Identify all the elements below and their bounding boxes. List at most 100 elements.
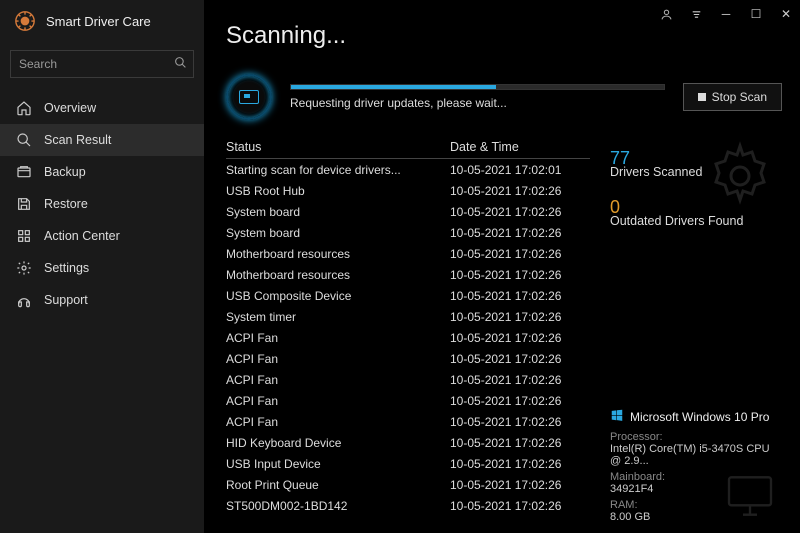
processor-value: Intel(R) Core(TM) i5-3470S CPU @ 2.9... [610,443,782,467]
table-row: Starting scan for device drivers...10-05… [226,159,590,180]
nav: Overview Scan Result Backup Restore Action C… [0,92,204,316]
cell-status: ST500DM002-1BD142 [226,499,450,513]
table-row: Motherboard resources10-05-2021 17:02:26 [226,243,590,264]
cell-status: System board [226,205,450,219]
cell-datetime: 10-05-2021 17:02:26 [450,331,590,345]
nav-icon [16,196,32,212]
cell-status: Motherboard resources [226,268,450,282]
nav-label: Support [44,293,88,307]
windows-icon [610,408,624,425]
nav-icon [16,164,32,180]
monitor-bg-icon [718,468,782,527]
cell-datetime: 10-05-2021 17:02:26 [450,268,590,282]
cell-status: ACPI Fan [226,394,450,408]
table-row: System board10-05-2021 17:02:26 [226,201,590,222]
table-row: ACPI Fan10-05-2021 17:02:26 [226,411,590,432]
cell-status: Motherboard resources [226,247,450,261]
cell-datetime: 10-05-2021 17:02:26 [450,499,590,513]
app-title: Smart Driver Care [46,14,151,29]
cell-datetime: 10-05-2021 17:02:01 [450,163,590,177]
sidebar-item-action-center[interactable]: Action Center [0,220,204,252]
table-row: ACPI Fan10-05-2021 17:02:26 [226,369,590,390]
search-icon [174,56,187,72]
scan-progress-row: Requesting driver updates, please wait..… [226,74,782,120]
scan-table: Status Date & Time Starting scan for dev… [226,140,590,533]
cell-status: ACPI Fan [226,373,450,387]
search-box[interactable] [10,50,194,78]
titlebar: ─ ☐ ✕ [652,0,800,28]
cell-datetime: 10-05-2021 17:02:26 [450,457,590,471]
sidebar: Smart Driver Care Overview Scan Result Bac… [0,0,204,533]
table-row: Root Print Queue10-05-2021 17:02:26 [226,474,590,495]
scan-spinner-icon [226,74,272,120]
nav-icon [16,132,32,148]
nav-label: Overview [44,101,96,115]
cell-status: ACPI Fan [226,331,450,345]
cell-datetime: 10-05-2021 17:02:26 [450,373,590,387]
cell-datetime: 10-05-2021 17:02:26 [450,184,590,198]
progress-text: Requesting driver updates, please wait..… [290,96,665,110]
sidebar-item-overview[interactable]: Overview [0,92,204,124]
cell-datetime: 10-05-2021 17:02:26 [450,205,590,219]
table-row: System board10-05-2021 17:02:26 [226,222,590,243]
cell-status: Root Print Queue [226,478,450,492]
cell-status: ACPI Fan [226,415,450,429]
sidebar-item-settings[interactable]: Settings [0,252,204,284]
outdated-label: Outdated Drivers Found [610,214,782,228]
table-row: ACPI Fan10-05-2021 17:02:26 [226,348,590,369]
user-icon[interactable] [652,1,680,27]
cell-datetime: 10-05-2021 17:02:26 [450,478,590,492]
cell-datetime: 10-05-2021 17:02:26 [450,247,590,261]
brand: Smart Driver Care [0,0,204,42]
table-row: HID Keyboard Device10-05-2021 17:02:26 [226,432,590,453]
search-input[interactable] [19,57,174,71]
nav-icon [16,228,32,244]
cell-status: HID Keyboard Device [226,436,450,450]
progress-bar [290,84,665,90]
stop-icon [698,93,706,101]
nav-label: Scan Result [44,133,111,147]
cell-status: USB Input Device [226,457,450,471]
processor-key: Processor: [610,431,782,443]
system-info: Microsoft Windows 10 Pro Processor: Inte… [610,408,782,533]
nav-label: Action Center [44,229,120,243]
nav-label: Backup [44,165,86,179]
sidebar-item-backup[interactable]: Backup [0,156,204,188]
table-row: ACPI Fan10-05-2021 17:02:26 [226,327,590,348]
stats-panel: 77 Drivers Scanned 0 Outdated Drivers Fo… [610,140,782,533]
sidebar-item-support[interactable]: Support [0,284,204,316]
cell-datetime: 10-05-2021 17:02:26 [450,352,590,366]
os-name: Microsoft Windows 10 Pro [630,410,769,424]
table-row: ST500DM002-1BD14210-05-2021 17:02:26 [226,495,590,516]
nav-icon [16,292,32,308]
cell-status: System timer [226,310,450,324]
cell-datetime: 10-05-2021 17:02:26 [450,310,590,324]
cell-datetime: 10-05-2021 17:02:26 [450,289,590,303]
sidebar-item-scan-result[interactable]: Scan Result [0,124,204,156]
maximize-button[interactable]: ☐ [742,1,770,27]
nav-label: Settings [44,261,89,275]
table-row: ACPI Fan10-05-2021 17:02:26 [226,390,590,411]
nav-icon [16,100,32,116]
sidebar-item-restore[interactable]: Restore [0,188,204,220]
col-header-status: Status [226,140,450,154]
cell-status: USB Composite Device [226,289,450,303]
stop-label: Stop Scan [712,90,767,104]
gear-bg-icon [704,140,776,215]
cell-status: System board [226,226,450,240]
main: ─ ☐ ✕ Scanning... Requesting driver upda… [204,0,800,533]
col-header-datetime: Date & Time [450,140,590,154]
stop-scan-button[interactable]: Stop Scan [683,83,782,111]
table-row: Motherboard resources10-05-2021 17:02:26 [226,264,590,285]
app-logo-icon [14,10,36,32]
cell-status: ACPI Fan [226,352,450,366]
table-row: USB Composite Device10-05-2021 17:02:26 [226,285,590,306]
minimize-button[interactable]: ─ [712,1,740,27]
close-button[interactable]: ✕ [772,1,800,27]
table-row: USB Root Hub10-05-2021 17:02:26 [226,180,590,201]
cell-datetime: 10-05-2021 17:02:26 [450,415,590,429]
nav-icon [16,260,32,276]
table-row: USB Input Device10-05-2021 17:02:26 [226,453,590,474]
cell-status: Starting scan for device drivers... [226,163,450,177]
menu-icon[interactable] [682,1,710,27]
